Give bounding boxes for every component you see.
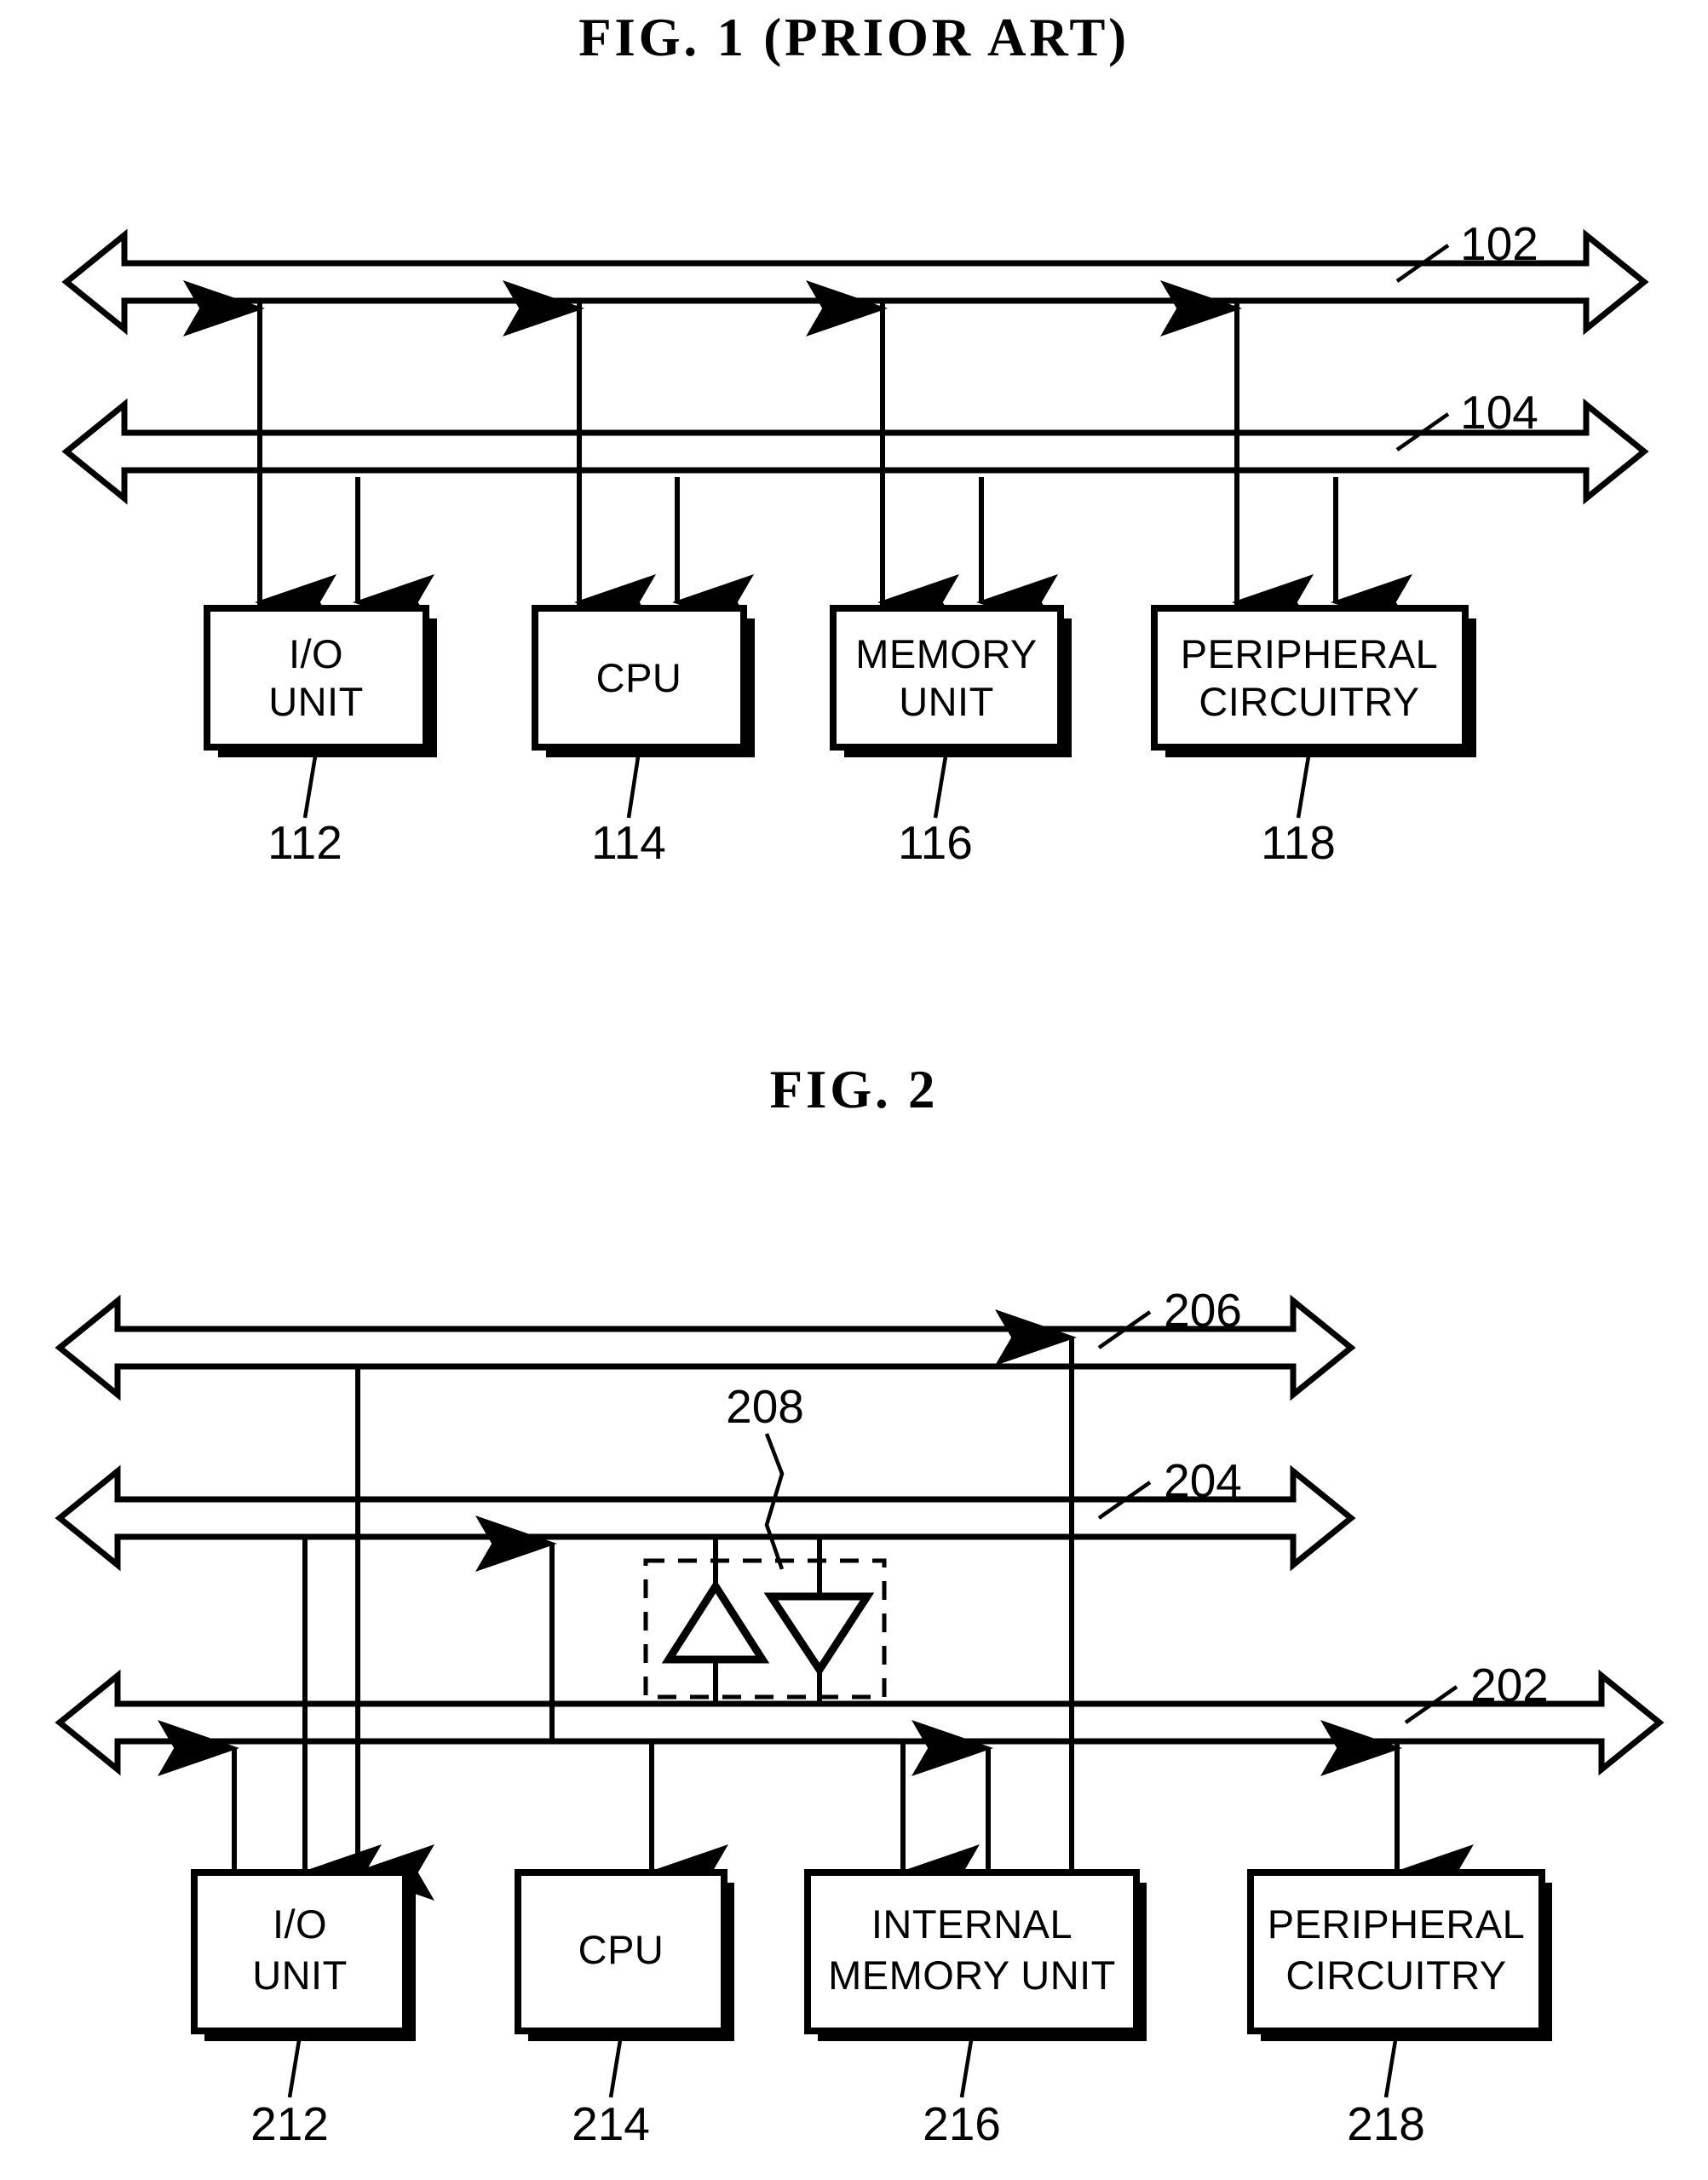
block-114-cpu[interactable]: CPU — [532, 605, 755, 757]
block-118-label-line-1: PERIPHERAL — [1181, 631, 1438, 676]
ref-number-102: 102 — [1460, 217, 1538, 270]
block-212-label-line-2: UNIT — [252, 1953, 348, 1998]
figure-1-group: 102 104 I/O UNIT 112 CPU 114 MEMORY UNIT… — [61, 217, 1649, 869]
ref-number-214: 214 — [572, 2097, 650, 2150]
ref-number-116: 116 — [898, 816, 973, 869]
ref-number-114: 114 — [591, 816, 666, 869]
bus-202 — [55, 1669, 1665, 1776]
block-214-label-line-1: CPU — [578, 1927, 664, 1972]
block-112-io-unit[interactable]: I/O UNIT — [204, 605, 437, 757]
ref-leader-214 — [608, 2034, 624, 2098]
ref-number-204: 204 — [1164, 1454, 1242, 1507]
ref-leader-216 — [959, 2034, 975, 2098]
ref-leader-218 — [1383, 2034, 1399, 2098]
buffer-down-triangle-icon — [763, 1592, 875, 1677]
block-214-cpu[interactable]: CPU — [515, 1869, 734, 2041]
block-216-label-line-2: MEMORY UNIT — [828, 1953, 1116, 1998]
block-118-peripheral-circuitry[interactable]: PERIPHERAL CIRCUITRY — [1151, 605, 1476, 757]
block-116-memory-unit[interactable]: MEMORY UNIT — [830, 605, 1072, 757]
bus-206 — [55, 1294, 1356, 1401]
block-118-label-line-2: CIRCUITRY — [1199, 679, 1419, 724]
ref-number-202: 202 — [1470, 1659, 1549, 1711]
ref-number-218: 218 — [1347, 2097, 1425, 2150]
ref-number-208: 208 — [726, 1380, 804, 1433]
block-218-peripheral-circuitry[interactable]: PERIPHERAL CIRCUITRY — [1247, 1869, 1552, 2041]
drawing-canvas: 102 104 I/O UNIT 112 CPU 114 MEMORY UNIT… — [55, 217, 1665, 2150]
block-116-label-line-1: MEMORY — [855, 631, 1037, 676]
block-218-label-line-2: CIRCUITRY — [1285, 1953, 1506, 1998]
block-212-label-line-1: I/O — [273, 1901, 327, 1947]
block-212-io-unit[interactable]: I/O UNIT — [191, 1869, 416, 2041]
block-216-label-line-1: INTERNAL — [871, 1901, 1073, 1947]
ref-number-206: 206 — [1164, 1284, 1242, 1337]
bus-104 — [61, 398, 1649, 505]
ref-leader-116 — [933, 751, 949, 819]
ref-leader-114 — [626, 751, 641, 819]
buffer-up-triangle-icon — [661, 1579, 770, 1664]
block-116-label-line-2: UNIT — [899, 679, 994, 724]
block-114-label-line-1: CPU — [596, 655, 682, 700]
bus-102 — [61, 228, 1649, 336]
ref-number-216: 216 — [923, 2097, 1001, 2150]
ref-leader-212 — [287, 2034, 302, 2098]
buffer-block-208[interactable] — [643, 1558, 887, 1700]
block-218-label-line-1: PERIPHERAL — [1268, 1901, 1525, 1947]
ref-number-104: 104 — [1460, 386, 1538, 439]
bus-204 — [55, 1464, 1356, 1572]
patent-drawing-sheet: FIG. 1 (PRIOR ART) FIG. 2 102 104 I/O UN… — [0, 0, 1708, 2180]
figure-2-group: 206 204 202 208 I/O UNIT 212 CPU 214 INT… — [55, 1284, 1665, 2150]
ref-leader-112 — [302, 751, 319, 819]
ref-number-112: 112 — [267, 816, 342, 869]
ref-number-118: 118 — [1261, 816, 1336, 869]
ref-leader-118 — [1296, 751, 1312, 819]
block-112-label-line-1: I/O — [289, 631, 343, 676]
ref-number-212: 212 — [250, 2097, 329, 2150]
block-112-label-line-2: UNIT — [268, 679, 364, 724]
block-216-internal-memory-unit[interactable]: INTERNAL MEMORY UNIT — [804, 1869, 1147, 2041]
